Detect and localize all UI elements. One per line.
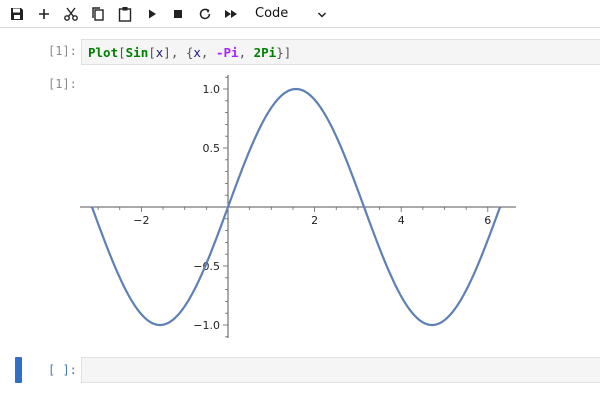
code-token: Sin [125, 45, 149, 60]
empty-cell-prompt: [ ]: [48, 363, 77, 377]
save-icon[interactable] [7, 4, 27, 24]
code-token: , [200, 45, 216, 60]
code-token: 2Pi [253, 45, 277, 60]
code-token: ] [163, 45, 171, 60]
cut-icon[interactable] [61, 4, 81, 24]
code-token: [ [148, 45, 156, 60]
code-token: , { [170, 45, 194, 60]
chevron-down-icon [317, 8, 327, 23]
code-token: [ [118, 45, 126, 60]
output-prompt: [1]: [48, 77, 77, 91]
code-token: , [238, 45, 254, 60]
code-token: x [193, 45, 201, 60]
active-cell-indicator [15, 357, 22, 383]
x-tick-label: −2 [133, 214, 149, 227]
add-cell-icon[interactable] [34, 4, 54, 24]
x-tick-label: 2 [311, 214, 318, 227]
y-tick-label: 1.0 [203, 83, 221, 96]
code-text: Plot[Sin[x], {x, -Pi, 2Pi}] [88, 45, 291, 60]
code-input[interactable]: Plot[Sin[x], {x, -Pi, 2Pi}] [81, 39, 600, 65]
stop-icon[interactable] [168, 4, 188, 24]
run-icon[interactable] [142, 4, 162, 24]
input-prompt: [1]: [48, 44, 77, 58]
code-token: }] [276, 45, 292, 60]
code-token: Plot [88, 45, 119, 60]
sin-plot: −2 2 4 6−1.0−0.50.51.0 [80, 75, 517, 338]
x-tick-label: 6 [484, 214, 491, 227]
notebook-toolbar: Code [0, 0, 600, 28]
empty-code-input[interactable] [81, 357, 600, 383]
y-tick-label: −1.0 [193, 319, 220, 332]
paste-icon[interactable] [115, 4, 135, 24]
plot-output: −2 2 4 6 −1.0 −0.5 0.5 1.0 [80, 72, 520, 342]
code-token: -Pi [215, 45, 239, 60]
copy-icon[interactable] [88, 4, 108, 24]
x-tick-label: 4 [398, 214, 405, 227]
run-all-icon[interactable] [221, 4, 241, 24]
cell-type-label: Code [255, 6, 289, 21]
y-tick-label: 0.5 [203, 142, 221, 155]
cell-type-dropdown[interactable]: Code [255, 5, 335, 23]
restart-icon[interactable] [195, 4, 215, 24]
